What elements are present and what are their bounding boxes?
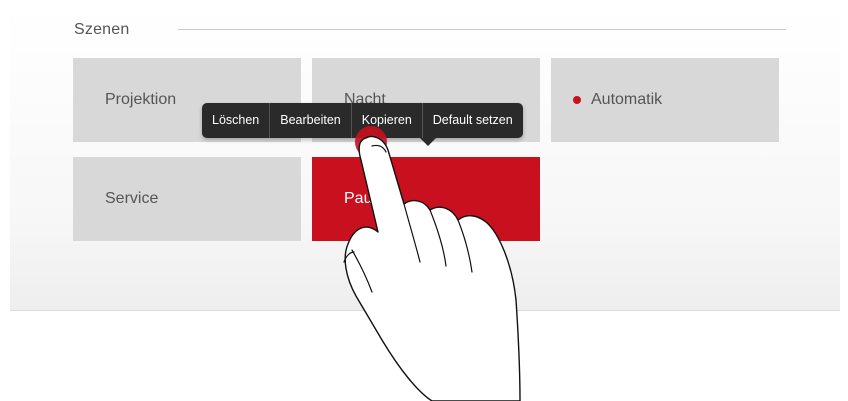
hand-tap-icon xyxy=(343,135,521,401)
